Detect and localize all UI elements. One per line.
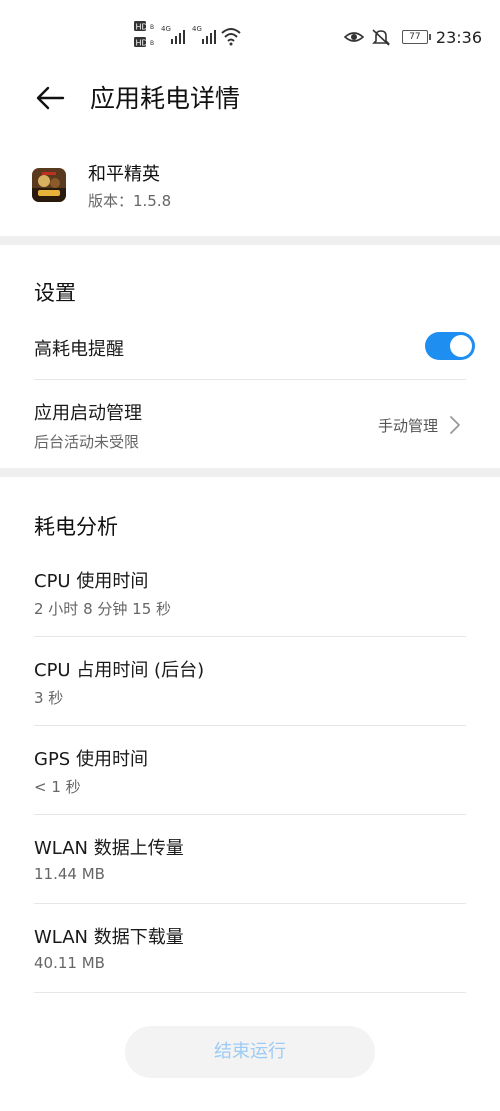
launch-manage-subtitle: 后台活动未受限 [34, 433, 140, 451]
analysis-item-cpu-background: CPU 占用时间 (后台) 3 秒 [0, 637, 500, 725]
analysis-item-value: 11.44 MB [34, 865, 105, 883]
analysis-item-cpu-usage: CPU 使用时间 2 小时 8 分钟 15 秒 [0, 548, 500, 636]
analysis-item-title: CPU 使用时间 [34, 571, 149, 592]
row-divider [34, 992, 466, 993]
analysis-item-value: 40.11 MB [34, 954, 105, 972]
analysis-item-value: < 1 秒 [34, 778, 81, 796]
analysis-item-wlan-download: WLAN 数据下载量 40.11 MB [0, 904, 500, 992]
battery-icon: 77 [401, 30, 431, 44]
analysis-item-gps: GPS 使用时间 < 1 秒 [0, 726, 500, 814]
analysis-item-value: 2 小时 8 分钟 15 秒 [34, 600, 172, 618]
app-bar: 应用耗电详情 [0, 72, 500, 124]
status-right: 77 23:36 [343, 24, 482, 50]
end-run-button[interactable]: 结束运行 [125, 1026, 375, 1078]
clock: 23:36 [435, 27, 482, 47]
mute-bell-icon [371, 29, 390, 46]
app-version: 版本：1.5.8 [88, 192, 172, 210]
high-drain-alert-label: 高耗电提醒 [34, 339, 124, 360]
app-info: 和平精英 版本：1.5.8 [0, 156, 500, 222]
analysis-item-title: CPU 占用时间 (后台) [34, 660, 205, 681]
eye-comfort-icon [343, 32, 364, 42]
launch-manage-title: 应用启动管理 [34, 403, 142, 424]
svg-text:B: B [150, 40, 154, 47]
high-drain-alert-toggle[interactable] [425, 332, 475, 360]
svg-text:B: B [150, 24, 154, 31]
analysis-item-title: GPS 使用时间 [34, 749, 148, 770]
app-name: 和平精英 [88, 164, 160, 185]
analysis-item-wlan-upload: WLAN 数据上传量 11.44 MB [0, 815, 500, 903]
launch-manage-value: 手动管理 [377, 417, 438, 435]
analysis-item-title: WLAN 数据下载量 [34, 927, 184, 948]
toggle-knob [450, 335, 472, 357]
settings-section-title: 设置 [34, 281, 76, 305]
analysis-item-value: 3 秒 [34, 689, 64, 707]
svg-text:4G: 4G [161, 25, 171, 33]
page-title: 应用耗电详情 [90, 84, 241, 113]
analysis-section-title: 耗电分析 [34, 515, 118, 539]
status-bar: HD HD B B 4G 4G 77 23:36 [0, 0, 500, 72]
chevron-right-icon [450, 416, 460, 434]
section-divider [0, 468, 500, 477]
back-arrow-icon[interactable] [34, 82, 66, 114]
svg-text:HD: HD [136, 23, 148, 32]
wifi-icon [221, 28, 241, 42]
network-signal-icon: HD HD B B 4G 4G [134, 21, 241, 48]
svg-text:HD: HD [136, 39, 148, 48]
svg-text:4G: 4G [192, 25, 202, 33]
app-icon [32, 168, 66, 202]
section-divider [0, 236, 500, 245]
analysis-item-title: WLAN 数据上传量 [34, 838, 184, 859]
